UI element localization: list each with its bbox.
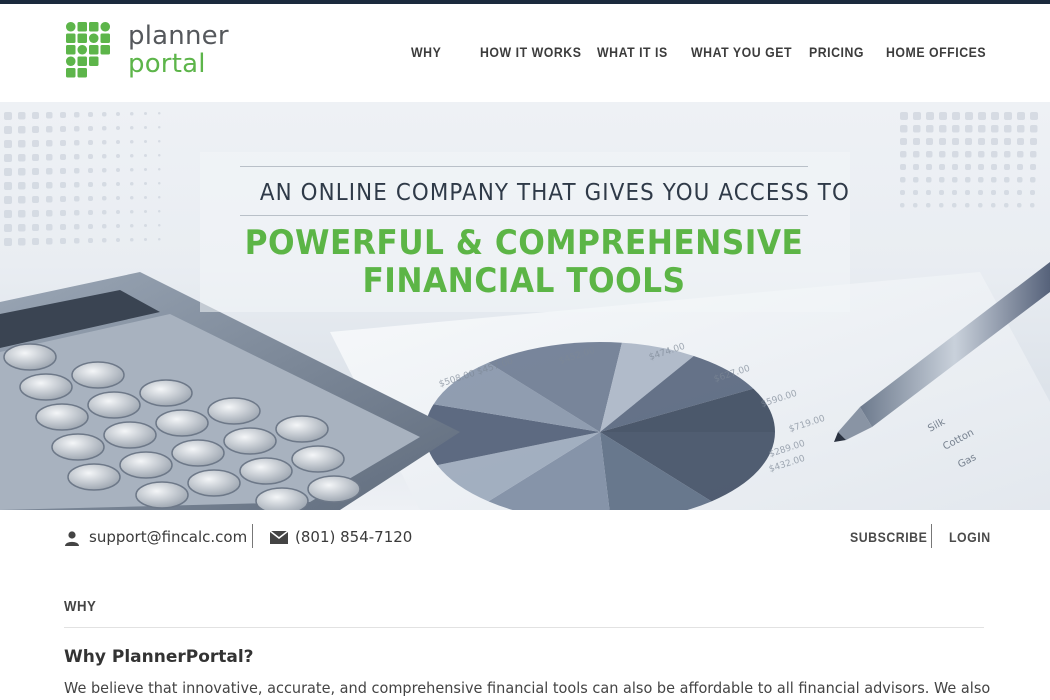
subscribe-login-divider	[931, 524, 932, 548]
nav-what-you-get[interactable]: WHAT YOU GET	[691, 44, 792, 60]
hero-title-line1: POWERFUL & COMPREHENSIVE	[244, 223, 804, 263]
hero-title-line2: FINANCIAL TOOLS	[362, 261, 686, 301]
main-nav: WHY HOW IT WORKS WHAT IT IS WHAT YOU GET…	[0, 44, 1050, 66]
section-divider	[64, 627, 984, 628]
hero-subtitle: AN ONLINE COMPANY THAT GIVES YOU ACCESS …	[259, 180, 850, 206]
contact-phone[interactable]: (801) 854-7120	[270, 528, 412, 546]
hero-rule-bottom	[240, 215, 808, 216]
contact-phone-text: (801) 854-7120	[295, 528, 413, 546]
subscribe-link[interactable]: SUBSCRIBE	[850, 529, 927, 545]
login-link[interactable]: LOGIN	[949, 529, 991, 545]
hero-background-image: $508.00 $457.00 $452.00 $474.00 $627.00 …	[0, 112, 1050, 510]
section-heading: Why PlannerPortal?	[64, 647, 254, 667]
hero-title: POWERFUL & COMPREHENSIVE FINANCIAL TOOLS	[190, 224, 858, 300]
envelope-icon	[270, 531, 288, 544]
contact-divider	[252, 524, 253, 548]
nav-why[interactable]: WHY	[411, 44, 441, 60]
nav-pricing[interactable]: PRICING	[809, 44, 864, 60]
site-header: planner portal WHY HOW IT WORKS WHAT IT …	[0, 4, 1050, 102]
user-icon	[65, 531, 79, 546]
hero-banner: $508.00 $457.00 $452.00 $474.00 $627.00 …	[0, 102, 1050, 510]
contact-email-text: support@fincalc.com	[89, 528, 248, 546]
section-paragraph: We believe that innovative, accurate, an…	[64, 679, 991, 697]
contact-email[interactable]: support@fincalc.com	[64, 528, 247, 546]
nav-home-offices[interactable]: HOME OFFICES	[886, 44, 986, 60]
nav-what-it-is[interactable]: WHAT IT IS	[597, 44, 668, 60]
section-label-why: WHY	[64, 598, 97, 615]
contact-bar: support@fincalc.com (801) 854-7120 SUBSC…	[0, 510, 1050, 566]
nav-how-it-works[interactable]: HOW IT WORKS	[480, 44, 581, 60]
hero-rule-top	[240, 166, 808, 167]
